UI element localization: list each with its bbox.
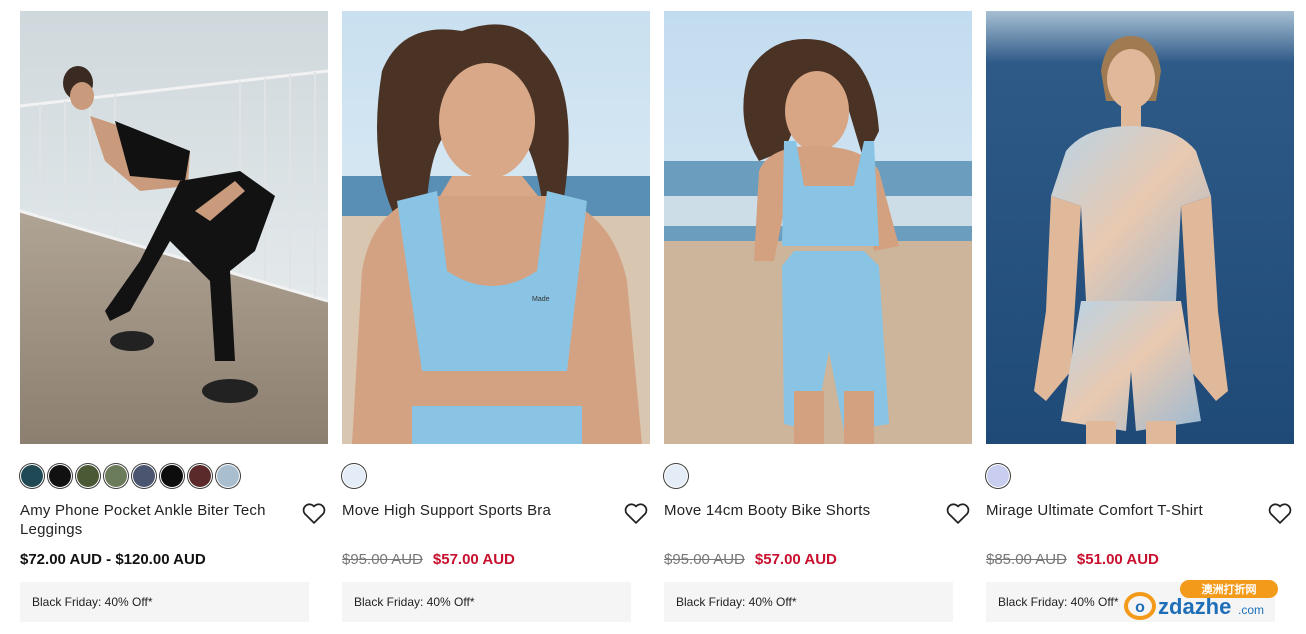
wishlist-heart-icon[interactable] (622, 499, 650, 527)
promo-banner: Black Friday: 40% Off* (20, 582, 309, 622)
price-range: $72.00 AUD - $120.00 AUD (20, 551, 206, 568)
original-price: $95.00 AUD (664, 551, 745, 568)
product-name[interactable]: Amy Phone Pocket Ankle Biter Tech Leggin… (20, 501, 268, 539)
price: $85.00 AUD $51.00 AUD (986, 551, 1159, 568)
color-swatch[interactable] (343, 465, 365, 487)
product-image[interactable] (986, 11, 1294, 444)
product-card[interactable]: Amy Phone Pocket Ankle Biter Tech Leggin… (20, 11, 328, 622)
color-swatch[interactable] (133, 465, 155, 487)
wishlist-heart-icon[interactable] (300, 499, 328, 527)
product-card[interactable]: Mirage Ultimate Comfort T-Shirt $85.00 A… (986, 11, 1294, 622)
svg-text:o: o (1135, 599, 1145, 616)
color-swatches (20, 462, 240, 490)
product-name[interactable]: Move High Support Sports Bra (342, 501, 590, 520)
product-card[interactable]: Made Move High Support Sports Bra $95.00… (342, 11, 650, 622)
wishlist-heart-icon[interactable] (944, 499, 972, 527)
color-swatch[interactable] (217, 465, 239, 487)
original-price: $85.00 AUD (986, 551, 1067, 568)
sale-price: $51.00 AUD (1076, 551, 1159, 568)
sale-price: $57.00 AUD (432, 551, 515, 568)
price: $72.00 AUD - $120.00 AUD (20, 551, 206, 568)
color-swatches (986, 462, 1010, 490)
color-swatch[interactable] (105, 465, 127, 487)
product-image[interactable]: Made (342, 11, 650, 444)
watermark-logo: 澳洲打折网 o zdazhe .com (1120, 578, 1300, 628)
color-swatch[interactable] (77, 465, 99, 487)
wishlist-heart-icon[interactable] (1266, 499, 1294, 527)
color-swatches (342, 462, 366, 490)
svg-text:zdazhe: zdazhe (1158, 594, 1231, 619)
color-swatch[interactable] (665, 465, 687, 487)
svg-text:Made: Made (532, 296, 550, 303)
color-swatch[interactable] (21, 465, 43, 487)
color-swatch[interactable] (49, 465, 71, 487)
product-image[interactable] (664, 11, 972, 444)
price: $95.00 AUD $57.00 AUD (342, 551, 515, 568)
color-swatch[interactable] (189, 465, 211, 487)
color-swatch[interactable] (161, 465, 183, 487)
product-name[interactable]: Mirage Ultimate Comfort T-Shirt (986, 501, 1234, 520)
color-swatch[interactable] (987, 465, 1009, 487)
sale-price: $57.00 AUD (754, 551, 837, 568)
product-image[interactable] (20, 11, 328, 444)
product-name[interactable]: Move 14cm Booty Bike Shorts (664, 501, 912, 520)
svg-text:.com: .com (1238, 603, 1264, 617)
original-price: $95.00 AUD (342, 551, 423, 568)
color-swatches (664, 462, 688, 490)
promo-banner: Black Friday: 40% Off* (664, 582, 953, 622)
product-card[interactable]: Move 14cm Booty Bike Shorts $95.00 AUD $5… (664, 11, 972, 622)
promo-banner: Black Friday: 40% Off* (342, 582, 631, 622)
price: $95.00 AUD $57.00 AUD (664, 551, 837, 568)
